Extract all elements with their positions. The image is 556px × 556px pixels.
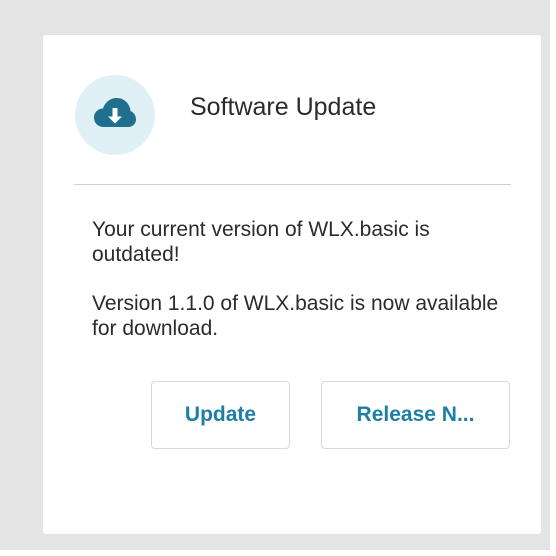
update-button[interactable]: Update [151,381,290,449]
dialog-title: Software Update [190,93,377,121]
cloud-download-icon [94,98,136,127]
software-update-dialog: Software Update Your current version of … [43,35,541,534]
header-divider [74,184,511,185]
outdated-message: Your current version of WLX.basic is out… [92,218,430,266]
available-version-message: Version 1.1.0 of WLX.basic is now availa… [92,292,499,340]
dialog-header: Software Update [43,35,541,185]
release-notes-button[interactable]: Release N... [321,381,510,449]
icon-badge [75,75,155,155]
